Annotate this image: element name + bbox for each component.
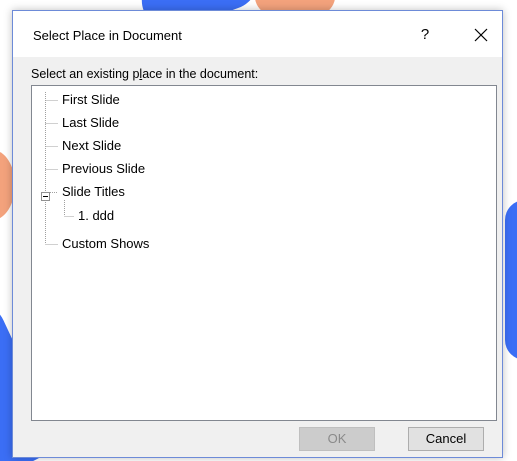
collapse-expander-slide-titles[interactable] [41, 188, 50, 201]
dialog-title: Select Place in Document [33, 28, 182, 43]
tree-item-last-slide[interactable]: Last Slide [60, 115, 121, 131]
tree-item-first-slide[interactable]: First Slide [60, 92, 122, 108]
place-list-label: Select an existing place in the document… [31, 67, 259, 81]
minus-icon [41, 192, 50, 201]
tree-connector-lines [45, 92, 74, 245]
ok-button[interactable]: OK [299, 427, 375, 451]
close-button[interactable] [466, 23, 496, 47]
dialog-titlebar[interactable]: Select Place in Document ? [13, 11, 502, 57]
tree-item-next-slide[interactable]: Next Slide [60, 138, 123, 154]
place-tree[interactable]: First Slide Last Slide Next Slide Previo… [31, 85, 497, 421]
tree-item-previous-slide[interactable]: Previous Slide [60, 161, 147, 177]
tree-item-custom-shows[interactable]: Custom Shows [60, 236, 151, 252]
tree-item-slide-titles[interactable]: Slide Titles [60, 184, 127, 200]
cancel-button[interactable]: Cancel [408, 427, 484, 451]
background-decoration [505, 200, 517, 360]
help-button[interactable]: ? [410, 23, 440, 47]
tree-item-slide-1[interactable]: 1. ddd [76, 208, 116, 224]
close-icon [474, 28, 488, 42]
select-place-dialog: Select Place in Document ? Select an exi… [12, 10, 503, 458]
screen: Select Place in Document ? Select an exi… [0, 0, 517, 461]
